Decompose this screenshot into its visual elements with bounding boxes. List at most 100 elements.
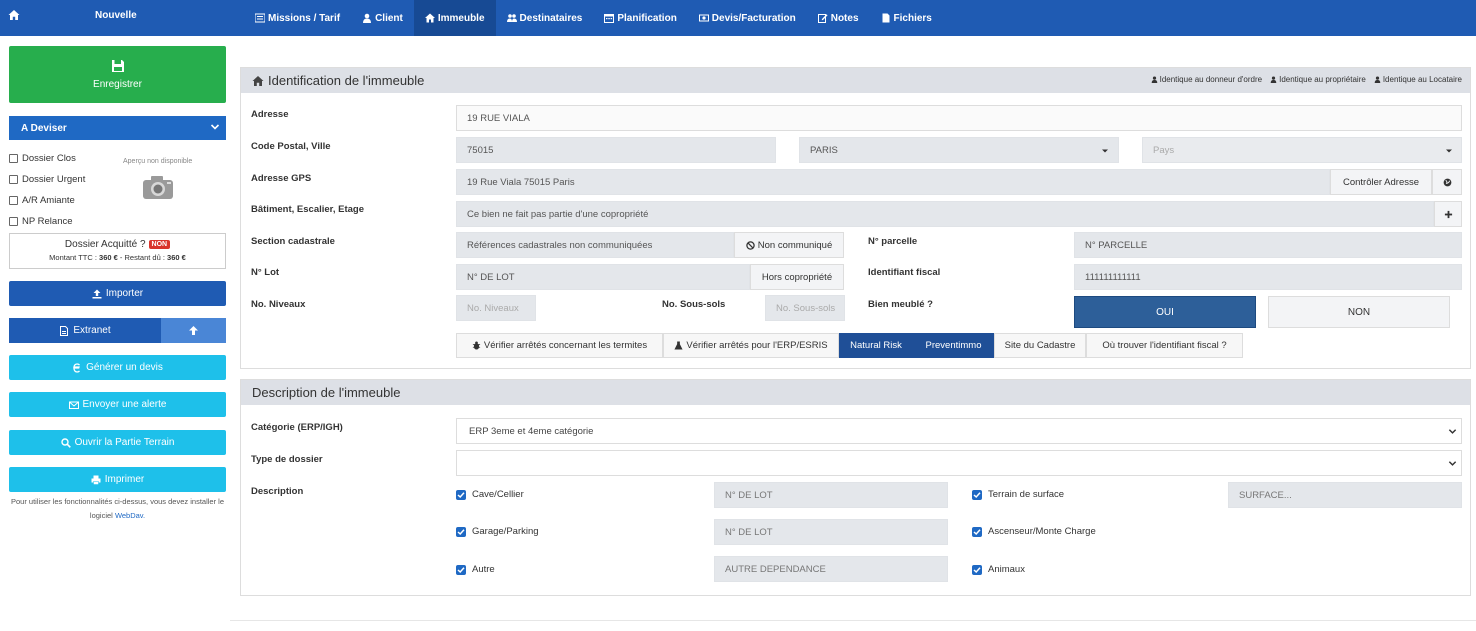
tab-devis-facturation[interactable]: Devis/Facturation xyxy=(688,0,807,36)
meuble-non-button[interactable]: NON xyxy=(1268,296,1450,328)
add-batiment-button[interactable] xyxy=(1434,201,1462,227)
checkbox-checked[interactable] xyxy=(456,564,466,575)
checkbox-dossier-clos[interactable]: Dossier Clos xyxy=(9,148,119,169)
autre-dependance-input[interactable]: AUTRE DEPENDANCE xyxy=(714,556,948,582)
importer-button[interactable]: Importer xyxy=(9,281,226,306)
webdav-note: Pour utiliser les fonctionnalités ci-des… xyxy=(9,495,226,523)
footer-divider xyxy=(230,620,1476,621)
envoyer-alerte-button[interactable]: Envoyer une alerte xyxy=(9,392,226,417)
batiment-input[interactable]: Ce bien ne fait pas partie d'une copropr… xyxy=(456,201,1434,227)
checkbox-checked[interactable] xyxy=(972,489,982,500)
type-dossier-select[interactable] xyxy=(456,450,1462,476)
soussols-input[interactable]: No. Sous-sols xyxy=(765,295,845,321)
home-icon xyxy=(252,75,264,86)
apercu-text: Aperçu non disponible xyxy=(123,158,193,165)
code-postal-input[interactable]: 75015 xyxy=(456,137,776,163)
ouvrir-terrain-button[interactable]: Ouvrir la Partie Terrain xyxy=(9,430,226,455)
erp-button[interactable]: Vérifier arrêtés pour l'ERP/ESRIS xyxy=(663,333,839,358)
controler-adresse-button[interactable]: Contrôler Adresse xyxy=(1330,169,1432,195)
tab-destinataires[interactable]: Destinataires xyxy=(496,0,594,36)
upload-icon xyxy=(92,289,102,298)
niveaux-input[interactable]: No. Niveaux xyxy=(456,295,536,321)
users-icon xyxy=(506,14,517,22)
checkbox-np-relance[interactable]: NP Relance xyxy=(9,211,119,232)
fiscal-help-button[interactable]: Où trouver l'identifiant fiscal ? xyxy=(1086,333,1243,358)
tab-fichiers[interactable]: Fichiers xyxy=(870,0,943,36)
save-button[interactable]: Enregistrer xyxy=(9,46,226,103)
globe-button[interactable] xyxy=(1432,169,1462,195)
ville-select[interactable]: PARIS xyxy=(799,137,1119,163)
status-select[interactable]: A Deviser xyxy=(9,116,226,140)
parcelle-label: N° parcelle xyxy=(868,236,918,247)
checkbox-label: Garage/Parking xyxy=(472,526,539,537)
identique-donneur-link[interactable]: Identique au donneur d'ordre xyxy=(1151,75,1262,84)
generer-devis-label: Générer un devis xyxy=(86,362,163,373)
checkbox-checked[interactable] xyxy=(972,526,982,537)
adresse-textarea[interactable]: 19 RUE VIALA xyxy=(456,105,1462,131)
home-icon[interactable] xyxy=(8,9,20,21)
categorie-label: Catégorie (ERP/IGH) xyxy=(251,422,343,433)
webdav-link[interactable]: WebDav. xyxy=(115,511,145,520)
globe-icon xyxy=(1443,178,1451,186)
checkbox-box[interactable] xyxy=(9,196,18,205)
acquitte-label: Dossier Acquitté ? xyxy=(64,239,146,250)
envoyer-alerte-label: Envoyer une alerte xyxy=(82,399,167,410)
tab-notes[interactable]: Notes xyxy=(807,0,870,36)
identique-proprietaire-link[interactable]: Identique au propriétaire xyxy=(1270,75,1366,84)
tab-label: Fichiers xyxy=(893,12,932,24)
section-cadastrale-input[interactable]: Références cadastrales non communiquées xyxy=(456,232,734,258)
preventimmo-button[interactable]: Preventimmo xyxy=(913,333,994,358)
checkbox-checked[interactable] xyxy=(456,526,466,537)
generer-devis-button[interactable]: Générer un devis xyxy=(9,355,226,380)
garage-lot-input[interactable]: N° DE LOT xyxy=(714,519,948,545)
search-icon xyxy=(60,437,71,448)
surface-input[interactable]: SURFACE... xyxy=(1228,482,1462,508)
acquitte-box: Dossier Acquitté ? NON Montant TTC : 360 … xyxy=(9,233,226,269)
categorie-select[interactable]: ERP 3eme et 4eme catégorie xyxy=(456,418,1462,444)
gps-input[interactable]: 19 Rue Viala 75015 Paris xyxy=(456,169,1330,195)
cadastre-button[interactable]: Site du Cadastre xyxy=(994,333,1086,358)
imprimer-button[interactable]: Imprimer xyxy=(9,467,226,492)
checkbox-ascenseur[interactable]: Ascenseur/Monte Charge xyxy=(972,526,1096,537)
checkbox-box[interactable] xyxy=(9,217,18,226)
identique-locataire-link[interactable]: Identique au Locataire xyxy=(1374,75,1462,84)
lot-input[interactable]: N° DE LOT xyxy=(456,264,750,290)
parcelle-input[interactable]: N° PARCELLE xyxy=(1074,232,1462,258)
checkbox-garage-parking[interactable]: Garage/Parking xyxy=(456,526,539,537)
file-icon xyxy=(882,13,890,23)
tab-missions-tarif[interactable]: Missions / Tarif xyxy=(244,0,351,36)
extranet-upload-button[interactable] xyxy=(161,318,226,343)
tab-planification[interactable]: Planification xyxy=(593,0,687,36)
lot-label: N° Lot xyxy=(251,267,280,278)
link-label: Identique au Locataire xyxy=(1382,75,1462,84)
pays-select[interactable]: Pays xyxy=(1142,137,1462,163)
checkbox-box[interactable] xyxy=(9,175,18,184)
checkbox-dossier-urgent[interactable]: Dossier Urgent xyxy=(9,169,119,190)
non-communique-button[interactable]: Non communiqué xyxy=(734,232,844,258)
ville-value: PARIS xyxy=(810,144,838,156)
meuble-oui-button[interactable]: OUI xyxy=(1074,296,1256,328)
cave-lot-input[interactable]: N° DE LOT xyxy=(714,482,948,508)
nouvelle-label[interactable]: Nouvelle xyxy=(95,10,137,21)
checkbox-box[interactable] xyxy=(9,154,18,163)
tab-client[interactable]: Client xyxy=(351,0,414,36)
checkbox-cave-cellier[interactable]: Cave/Cellier xyxy=(456,489,524,500)
checkbox-ar-amiante[interactable]: A/R Amiante xyxy=(9,190,119,211)
tab-immeuble[interactable]: Immeuble xyxy=(413,0,496,36)
euro-icon xyxy=(73,362,81,373)
nav-tabs: Missions / Tarif Client Immeuble Destina… xyxy=(244,0,943,36)
checkbox-animaux[interactable]: Animaux xyxy=(972,564,1025,575)
natural-risk-button[interactable]: Natural Risk xyxy=(839,333,913,358)
soussols-label: No. Sous-sols xyxy=(662,299,726,310)
checkbox-terrain-surface[interactable]: Terrain de surface xyxy=(972,489,1064,500)
checkbox-checked[interactable] xyxy=(972,564,982,575)
link-label: Identique au propriétaire xyxy=(1279,75,1366,84)
checkbox-checked[interactable] xyxy=(456,489,466,500)
save-label: Enregistrer xyxy=(93,79,142,90)
fiscal-label: Identifiant fiscal xyxy=(868,267,941,278)
extranet-button[interactable]: Extranet xyxy=(9,318,161,343)
checkbox-autre[interactable]: Autre xyxy=(456,564,495,575)
termites-button[interactable]: Vérifier arrêtés concernant les termites xyxy=(456,333,663,358)
identifiant-fiscal-input[interactable]: 111111111111 xyxy=(1074,264,1462,290)
hors-copropriete-button[interactable]: Hors copropriété xyxy=(750,264,844,290)
